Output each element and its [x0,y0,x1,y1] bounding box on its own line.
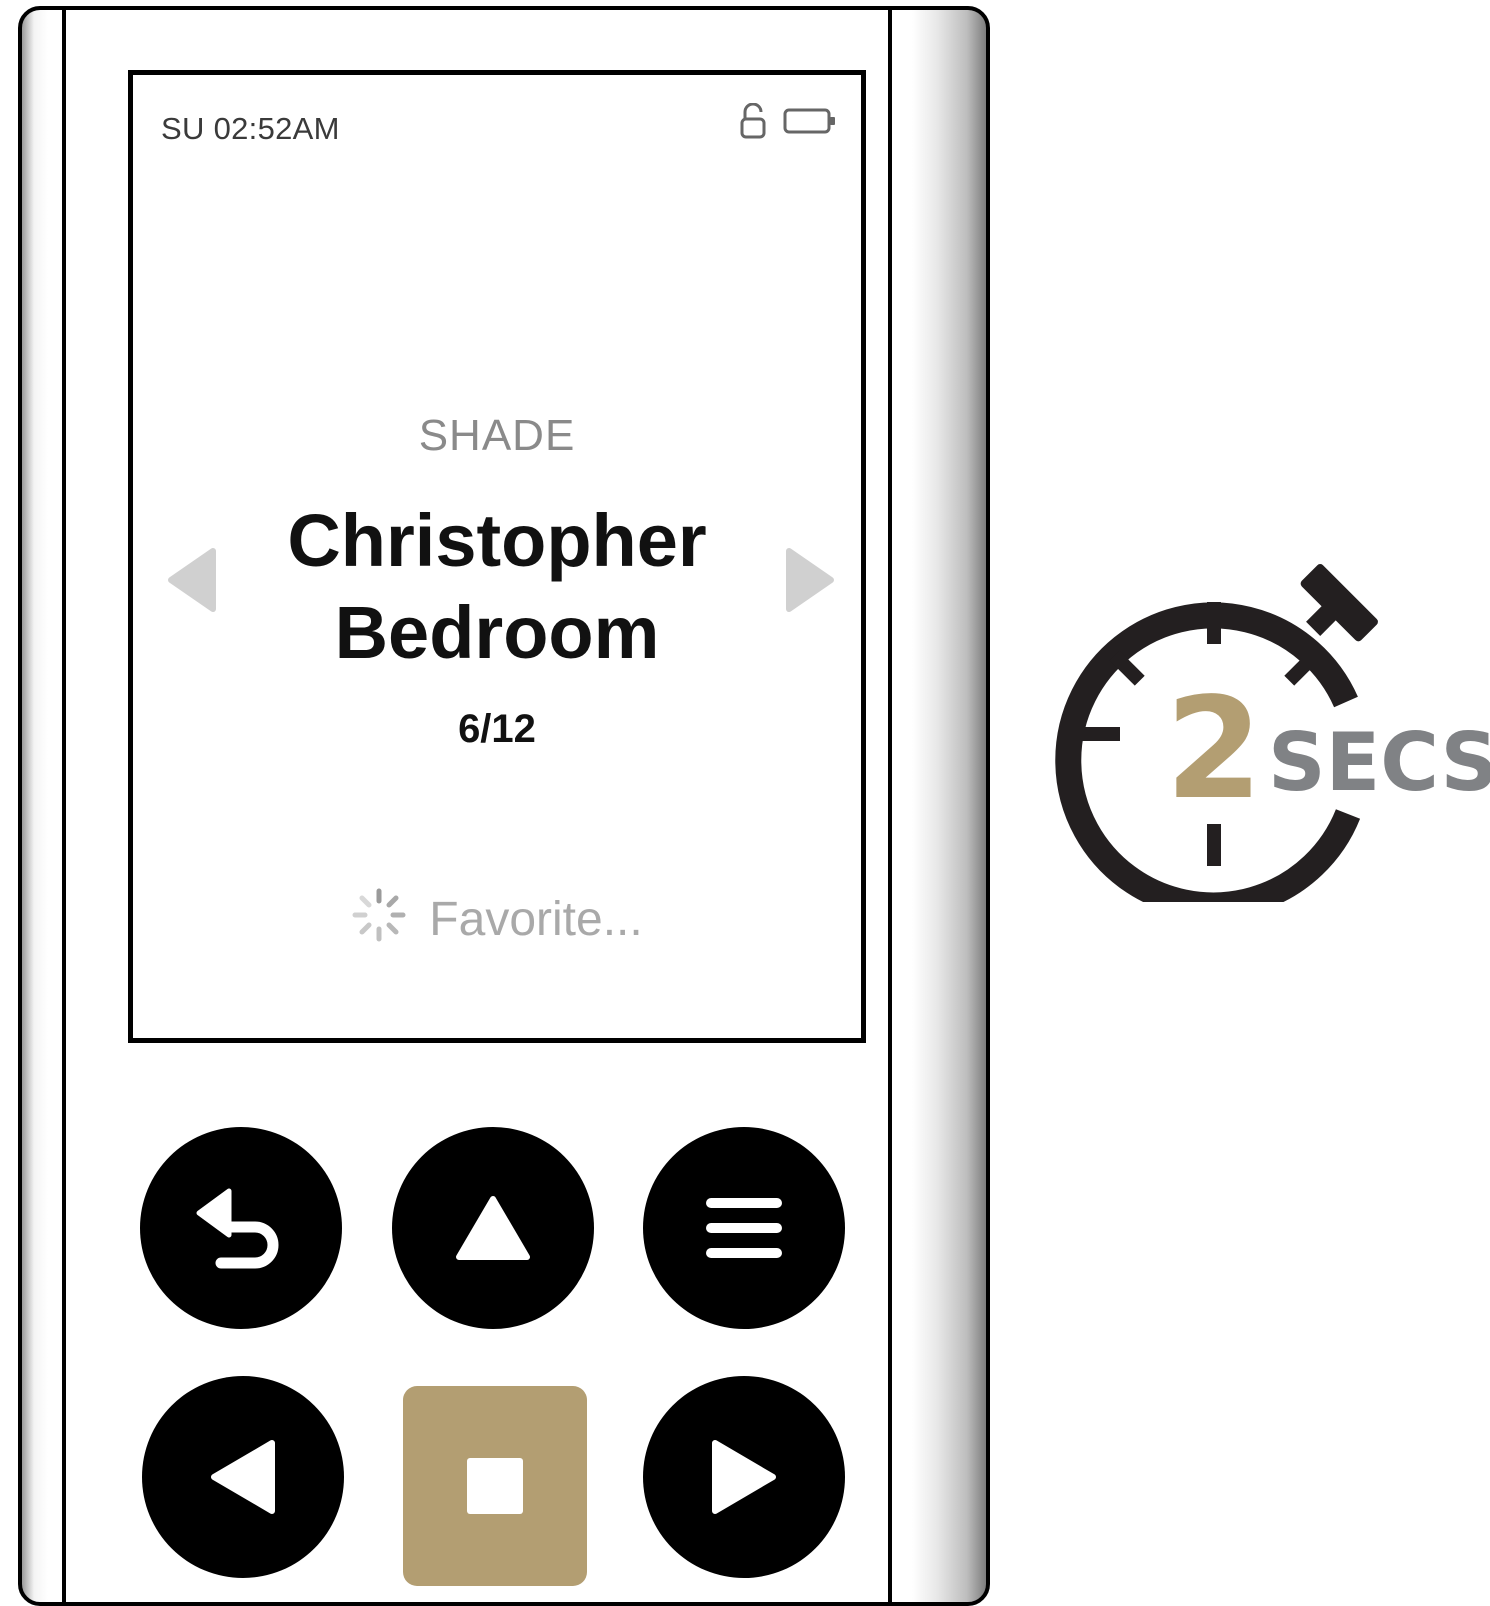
menu-button[interactable] [643,1127,845,1329]
favorite-status: Favorite... [133,887,861,947]
unlocked-padlock-icon [740,103,766,139]
chevron-left-icon[interactable] [163,545,221,615]
right-button[interactable] [643,1376,845,1578]
loading-spinner-icon [352,888,406,942]
up-button[interactable] [392,1127,594,1329]
stopwatch-icon: 2 SECS [1055,564,1490,902]
stop-icon [467,1458,523,1514]
stop-button[interactable] [403,1386,587,1586]
remote-screen: SU 02:52AM SHADE Christopher Bedroom 6/1… [128,70,866,1043]
back-button[interactable] [140,1127,342,1329]
device-type-label: SHADE [418,411,576,460]
back-icon [196,1188,279,1269]
timer-unit: SECS [1268,716,1490,809]
menu-icon [706,1198,782,1258]
page-indicator: 6/12 [458,707,536,751]
device-name: Christopher Bedroom [133,495,861,679]
chevron-right-icon[interactable] [781,545,839,615]
up-arrow-icon [456,1196,530,1260]
device-name-line2: Bedroom [334,591,660,674]
device-name-line1: Christopher [287,499,707,582]
remote-control-body: SU 02:52AM SHADE Christopher Bedroom 6/1… [18,6,990,1606]
left-arrow-icon [211,1440,275,1514]
right-arrow-icon [712,1440,776,1514]
left-button[interactable] [142,1376,344,1578]
status-time: SU 02:52AM [161,111,340,146]
favorite-label: Favorite... [429,893,643,946]
battery-icon [783,108,835,134]
timer-number: 2 [1165,668,1262,831]
